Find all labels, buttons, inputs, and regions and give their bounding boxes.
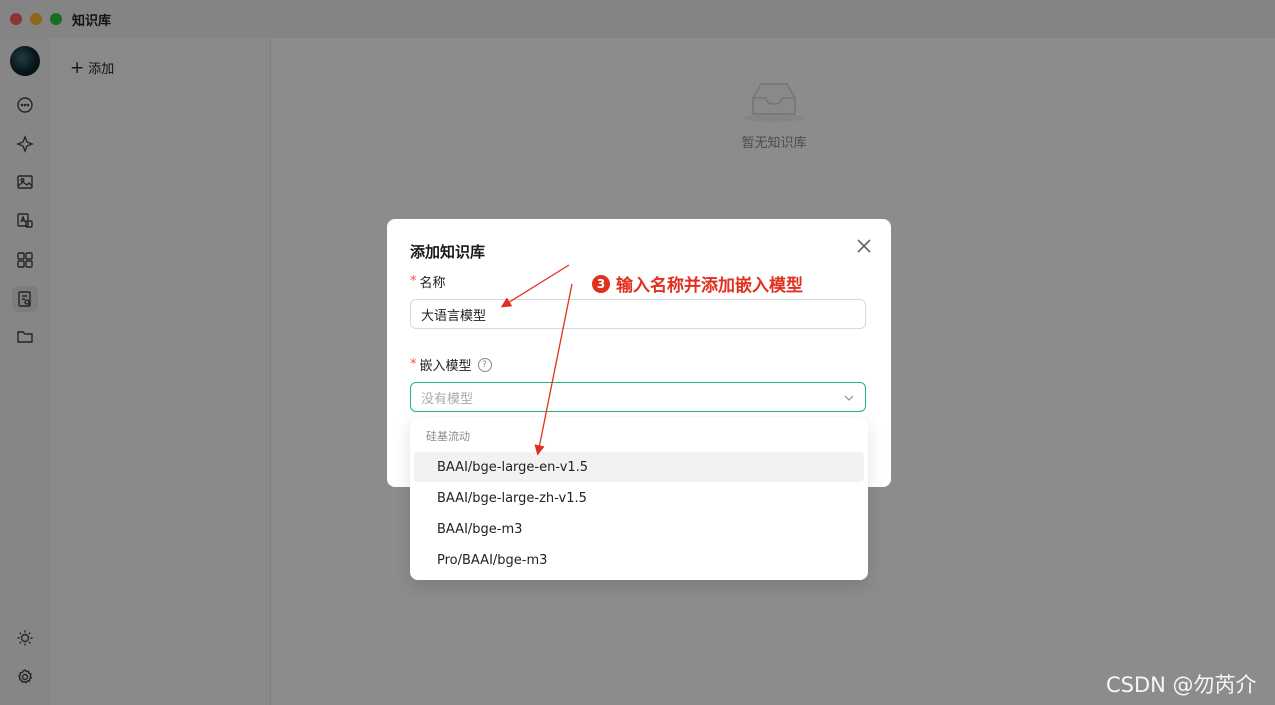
embed-model-label-text: 嵌入模型 [419, 359, 472, 374]
name-input-value: 大语言模型 [421, 308, 487, 324]
step-annotation: 3 输入名称并添加嵌入模型 [592, 271, 803, 296]
embed-model-dropdown: 硅基流动 BAAI/bge-large-en-v1.5 BAAI/bge-lar… [410, 417, 868, 580]
watermark: CSDN @勿芮介 [1106, 673, 1257, 697]
model-option[interactable]: Pro/BAAI/bge-m3 [414, 545, 864, 575]
embed-model-label: * 嵌入模型 ? [410, 355, 492, 374]
model-option[interactable]: BAAI/bge-large-en-v1.5 [414, 452, 864, 482]
dialog-title: 添加知识库 [410, 243, 486, 261]
close-icon[interactable] [854, 236, 874, 256]
chevron-down-icon [844, 395, 854, 401]
name-input[interactable]: 大语言模型 [410, 299, 866, 329]
model-option[interactable]: BAAI/bge-m3 [414, 514, 864, 544]
required-mark: * [410, 274, 417, 289]
model-option[interactable]: BAAI/bge-large-zh-v1.5 [414, 483, 864, 513]
name-label: * 名称 [410, 272, 446, 291]
step-annotation-text: 输入名称并添加嵌入模型 [616, 276, 803, 296]
help-icon[interactable]: ? [477, 357, 492, 372]
embed-model-placeholder: 没有模型 [421, 391, 474, 407]
provider-group-label: 硅基流动 [426, 430, 470, 443]
step-number-badge: 3 [592, 274, 610, 293]
name-label-text: 名称 [419, 276, 446, 291]
required-mark: * [410, 357, 417, 372]
embed-model-select[interactable]: 没有模型 [410, 382, 866, 412]
